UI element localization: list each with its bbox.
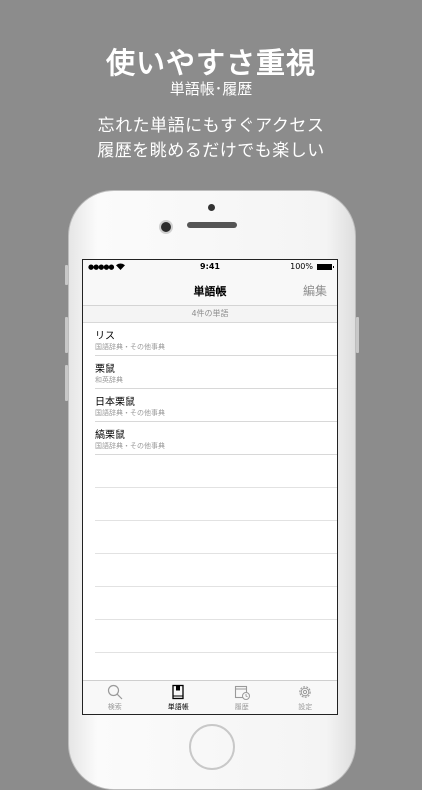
power-button xyxy=(356,317,359,353)
tab-label: 設定 xyxy=(298,703,313,711)
mute-switch xyxy=(65,265,68,285)
front-sensor xyxy=(208,204,215,211)
empty-row xyxy=(95,455,337,488)
tab-history[interactable]: 履歴 xyxy=(210,681,274,714)
volume-up-button xyxy=(65,317,68,353)
earpiece-speaker xyxy=(187,222,237,228)
battery-icon xyxy=(317,264,334,270)
item-dictionary: 和英辞典 xyxy=(95,376,123,384)
list-item[interactable]: 栗鼠 和英辞典 xyxy=(95,356,337,389)
volume-down-button xyxy=(65,365,68,401)
word-count-header: 4件の単語 xyxy=(83,306,337,323)
edit-button[interactable]: 編集 xyxy=(303,282,327,299)
front-camera xyxy=(159,220,173,234)
tab-wordbook[interactable]: 単語帳 xyxy=(147,681,211,714)
item-dictionary: 国語辞典・その他事典 xyxy=(95,409,165,417)
tab-search[interactable]: 検索 xyxy=(83,681,147,714)
item-dictionary: 国語辞典・その他事典 xyxy=(95,442,165,450)
item-word: リス xyxy=(95,331,115,342)
list-item[interactable]: 日本栗鼠 国語辞典・その他事典 xyxy=(95,389,337,422)
book-icon xyxy=(172,684,184,700)
empty-row xyxy=(95,554,337,587)
item-word: 日本栗鼠 xyxy=(95,397,135,408)
home-button[interactable] xyxy=(189,724,235,770)
battery-percentage: 100% xyxy=(290,262,313,271)
phone-screen: ●●●●● 9:41 100% 単語帳 編集 4件の単語 リス 国語辞典・その他… xyxy=(82,259,338,715)
navigation-bar: 単語帳 編集 xyxy=(83,275,337,306)
nav-title: 単語帳 xyxy=(193,285,227,298)
word-list: リス 国語辞典・その他事典 栗鼠 和英辞典 日本栗鼠 国語辞典・その他事典 縞栗… xyxy=(83,323,337,686)
history-icon xyxy=(234,685,250,700)
search-icon xyxy=(107,684,123,700)
list-item[interactable]: 縞栗鼠 国語辞典・その他事典 xyxy=(95,422,337,455)
empty-row xyxy=(95,620,337,653)
item-dictionary: 国語辞典・その他事典 xyxy=(95,343,165,351)
item-word: 縞栗鼠 xyxy=(95,430,125,441)
list-item[interactable]: リス 国語辞典・その他事典 xyxy=(95,323,337,356)
tab-label: 検索 xyxy=(107,703,122,711)
gear-icon xyxy=(299,686,311,698)
status-bar: ●●●●● 9:41 100% xyxy=(83,260,337,275)
empty-row xyxy=(95,488,337,521)
tab-label: 単語帳 xyxy=(167,703,189,711)
tab-bar: 検索 単語帳 履歴 設定 xyxy=(83,680,337,714)
promo-description-line-2: 履歴を眺めるだけでも楽しい xyxy=(97,141,325,161)
tab-label: 履歴 xyxy=(234,703,249,711)
promo-title: 使いやすさ重視 xyxy=(105,46,316,80)
tab-settings[interactable]: 設定 xyxy=(274,681,338,714)
item-word: 栗鼠 xyxy=(95,364,115,375)
empty-row xyxy=(95,587,337,620)
promo-subtitle: 単語帳･履歴 xyxy=(169,80,253,98)
promo-description-line-1: 忘れた単語にもすぐアクセス xyxy=(97,116,325,136)
empty-row xyxy=(95,521,337,554)
